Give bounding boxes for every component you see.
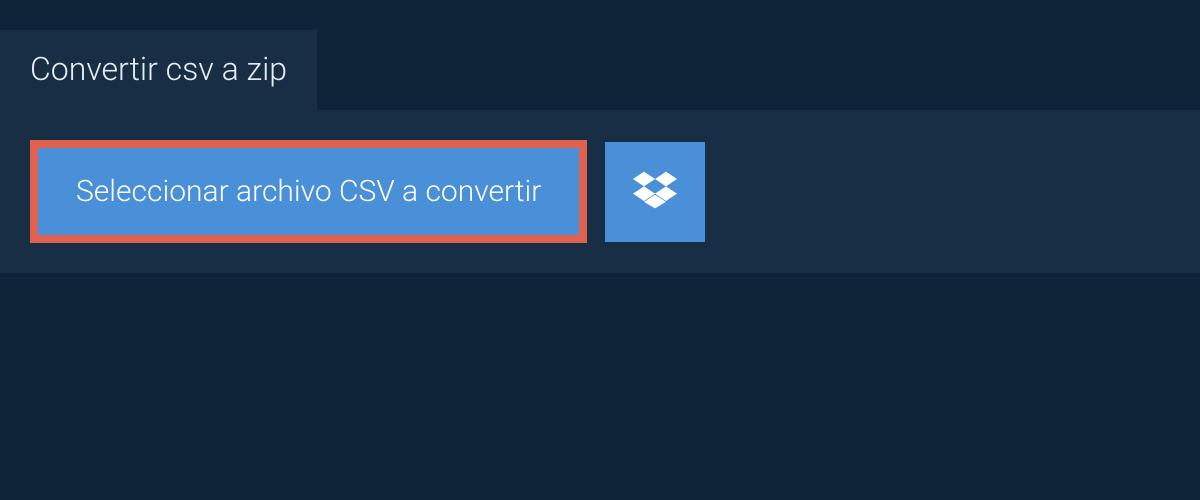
tab-title: Convertir csv a zip — [30, 50, 287, 88]
upload-panel: Seleccionar archivo CSV a convertir — [0, 110, 1200, 273]
select-file-button[interactable]: Seleccionar archivo CSV a convertir — [30, 140, 587, 243]
dropbox-icon — [633, 168, 677, 216]
select-file-label: Seleccionar archivo CSV a convertir — [76, 174, 541, 209]
dropbox-button[interactable] — [605, 142, 705, 242]
tab-convert[interactable]: Convertir csv a zip — [0, 30, 317, 110]
